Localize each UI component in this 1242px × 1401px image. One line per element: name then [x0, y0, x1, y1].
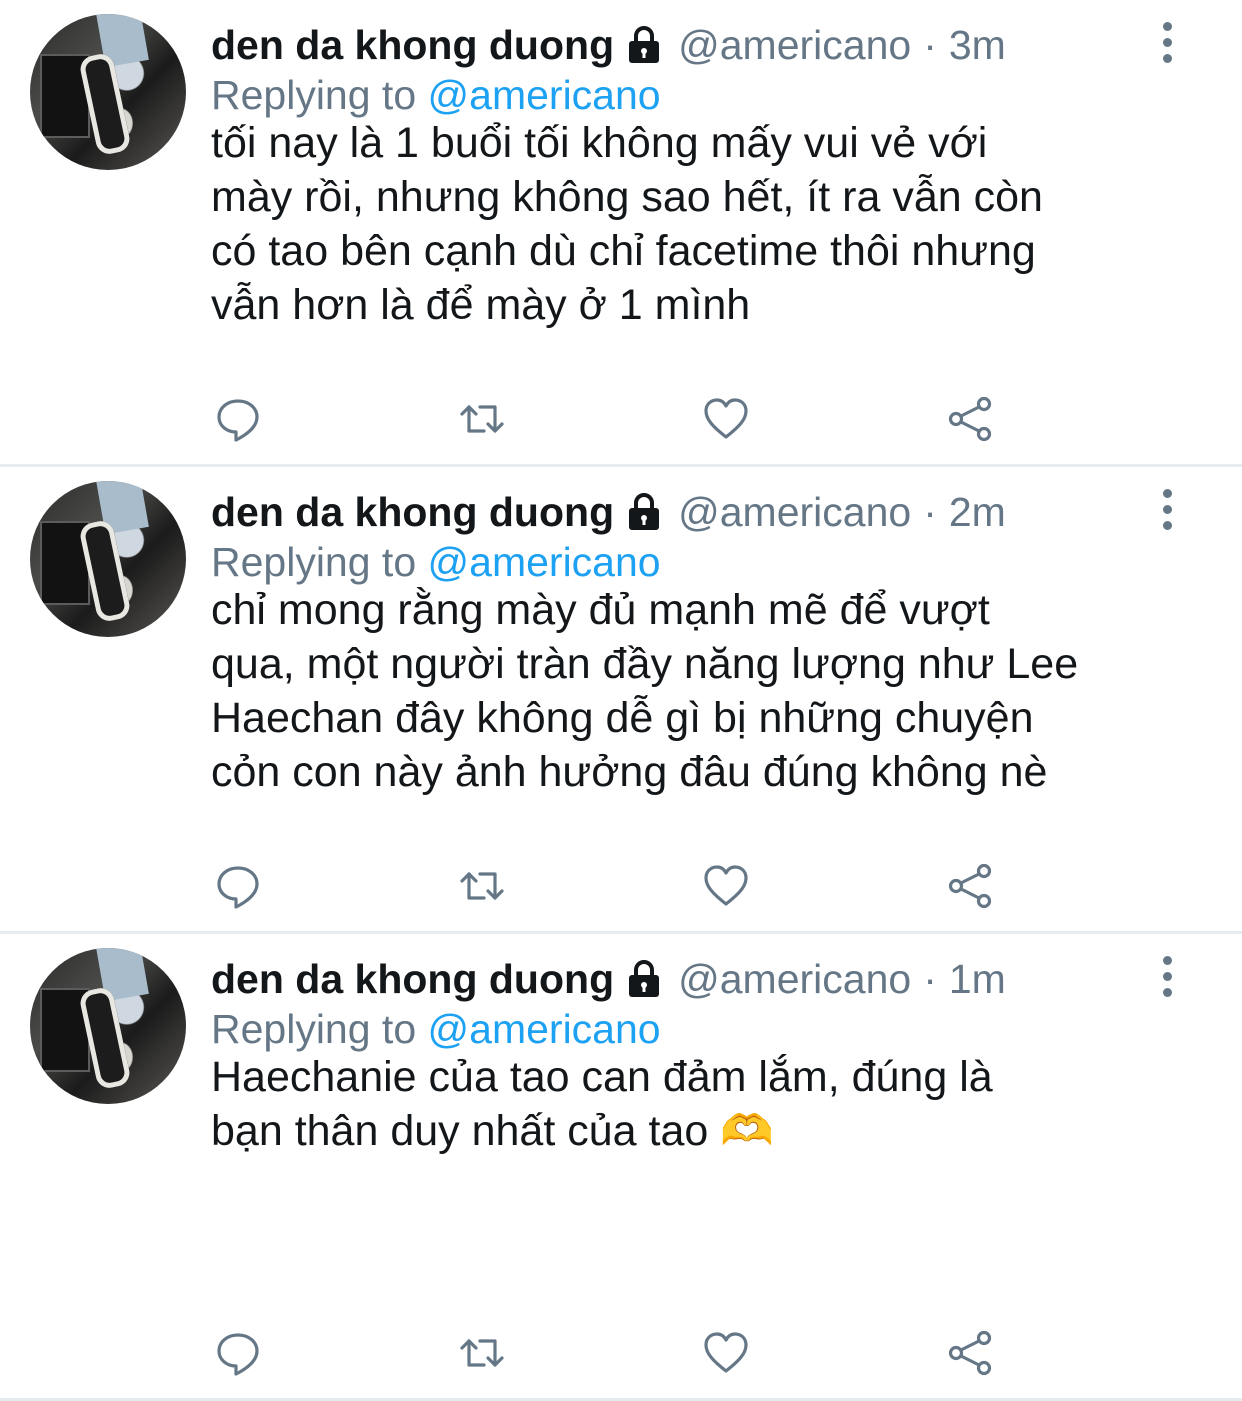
- user-handle[interactable]: @americano: [678, 22, 911, 69]
- avatar[interactable]: [30, 948, 186, 1104]
- more-vertical-icon[interactable]: [1160, 489, 1174, 533]
- avatar[interactable]: [30, 14, 186, 170]
- user-handle[interactable]: @americano: [678, 489, 911, 536]
- tweet-line: Haechan đây không dễ gì bị những chuyện: [211, 694, 1034, 742]
- retweet-icon[interactable]: [458, 862, 506, 910]
- separator-dot: ·: [923, 955, 937, 1002]
- more-vertical-icon[interactable]: [1160, 956, 1174, 1000]
- tweet[interactable]: den da khong duong @americano · 2m Reply…: [0, 467, 1242, 934]
- tweet-text: chỉ mong rằng mày đủ mạnh mẽ để vượt qua…: [211, 583, 1201, 799]
- lock-icon: [626, 25, 662, 65]
- share-icon[interactable]: [946, 862, 994, 910]
- user-handle[interactable]: @americano: [678, 956, 911, 1003]
- tweet-line: bạn thân duy nhất của tao 🫶: [211, 1107, 774, 1155]
- reply-icon[interactable]: [214, 1329, 262, 1377]
- timestamp[interactable]: 1m: [949, 956, 1006, 1003]
- action-bar: [0, 395, 1242, 443]
- tweet-line: vẫn hơn là để mày ở 1 mình: [211, 281, 751, 329]
- separator-dot: ·: [923, 21, 937, 68]
- mention-link[interactable]: @americano: [428, 72, 661, 118]
- heart-icon[interactable]: [702, 862, 750, 910]
- tweet-line: cỏn con này ảnh hưởng đâu đúng không nè: [211, 748, 1048, 796]
- timestamp[interactable]: 3m: [949, 22, 1006, 69]
- tweet-header: den da khong duong @americano · 3m: [211, 18, 1182, 72]
- share-icon[interactable]: [946, 1329, 994, 1377]
- heart-icon[interactable]: [702, 395, 750, 443]
- tweet-line: qua, một người tràn đầy năng lượng như L…: [211, 640, 1079, 688]
- tweet-line: Haechanie của tao can đảm lắm, đúng là: [211, 1053, 993, 1101]
- tweet-line: chỉ mong rằng mày đủ mạnh mẽ để vượt: [211, 586, 990, 634]
- reply-icon[interactable]: [214, 395, 262, 443]
- tweet[interactable]: den da khong duong @americano · 3m Reply…: [0, 0, 1242, 467]
- more-vertical-icon[interactable]: [1160, 22, 1174, 66]
- replying-prefix: Replying to: [211, 539, 417, 585]
- tweet-text: Haechanie của tao can đảm lắm, đúng là b…: [211, 1050, 1201, 1158]
- replying-to: Replying to @americano: [211, 539, 661, 586]
- action-bar: [0, 862, 1242, 910]
- display-name[interactable]: den da khong duong: [211, 489, 614, 536]
- replying-prefix: Replying to: [211, 72, 417, 118]
- action-bar: [0, 1329, 1242, 1377]
- heart-icon[interactable]: [702, 1329, 750, 1377]
- lock-icon: [626, 959, 662, 999]
- mention-link[interactable]: @americano: [428, 1006, 661, 1052]
- timestamp[interactable]: 2m: [949, 489, 1006, 536]
- replying-prefix: Replying to: [211, 1006, 417, 1052]
- replying-to: Replying to @americano: [211, 1006, 661, 1053]
- retweet-icon[interactable]: [458, 1329, 506, 1377]
- separator-dot: ·: [923, 488, 937, 535]
- display-name[interactable]: den da khong duong: [211, 956, 614, 1003]
- tweet-line: có tao bên cạnh dù chỉ facetime thôi như…: [211, 227, 1036, 275]
- retweet-icon[interactable]: [458, 395, 506, 443]
- tweet-line: mày rồi, nhưng không sao hết, ít ra vẫn …: [211, 173, 1043, 221]
- tweet[interactable]: den da khong duong @americano · 1m Reply…: [0, 934, 1242, 1401]
- tweet-header: den da khong duong @americano · 1m: [211, 952, 1182, 1006]
- tweet-line: tối nay là 1 buổi tối không mấy vui vẻ v…: [211, 119, 988, 167]
- tweet-text: tối nay là 1 buổi tối không mấy vui vẻ v…: [211, 116, 1201, 332]
- reply-icon[interactable]: [214, 862, 262, 910]
- avatar[interactable]: [30, 481, 186, 637]
- replying-to: Replying to @americano: [211, 72, 661, 119]
- share-icon[interactable]: [946, 395, 994, 443]
- mention-link[interactable]: @americano: [428, 539, 661, 585]
- tweet-header: den da khong duong @americano · 2m: [211, 485, 1182, 539]
- display-name[interactable]: den da khong duong: [211, 22, 614, 69]
- lock-icon: [626, 492, 662, 532]
